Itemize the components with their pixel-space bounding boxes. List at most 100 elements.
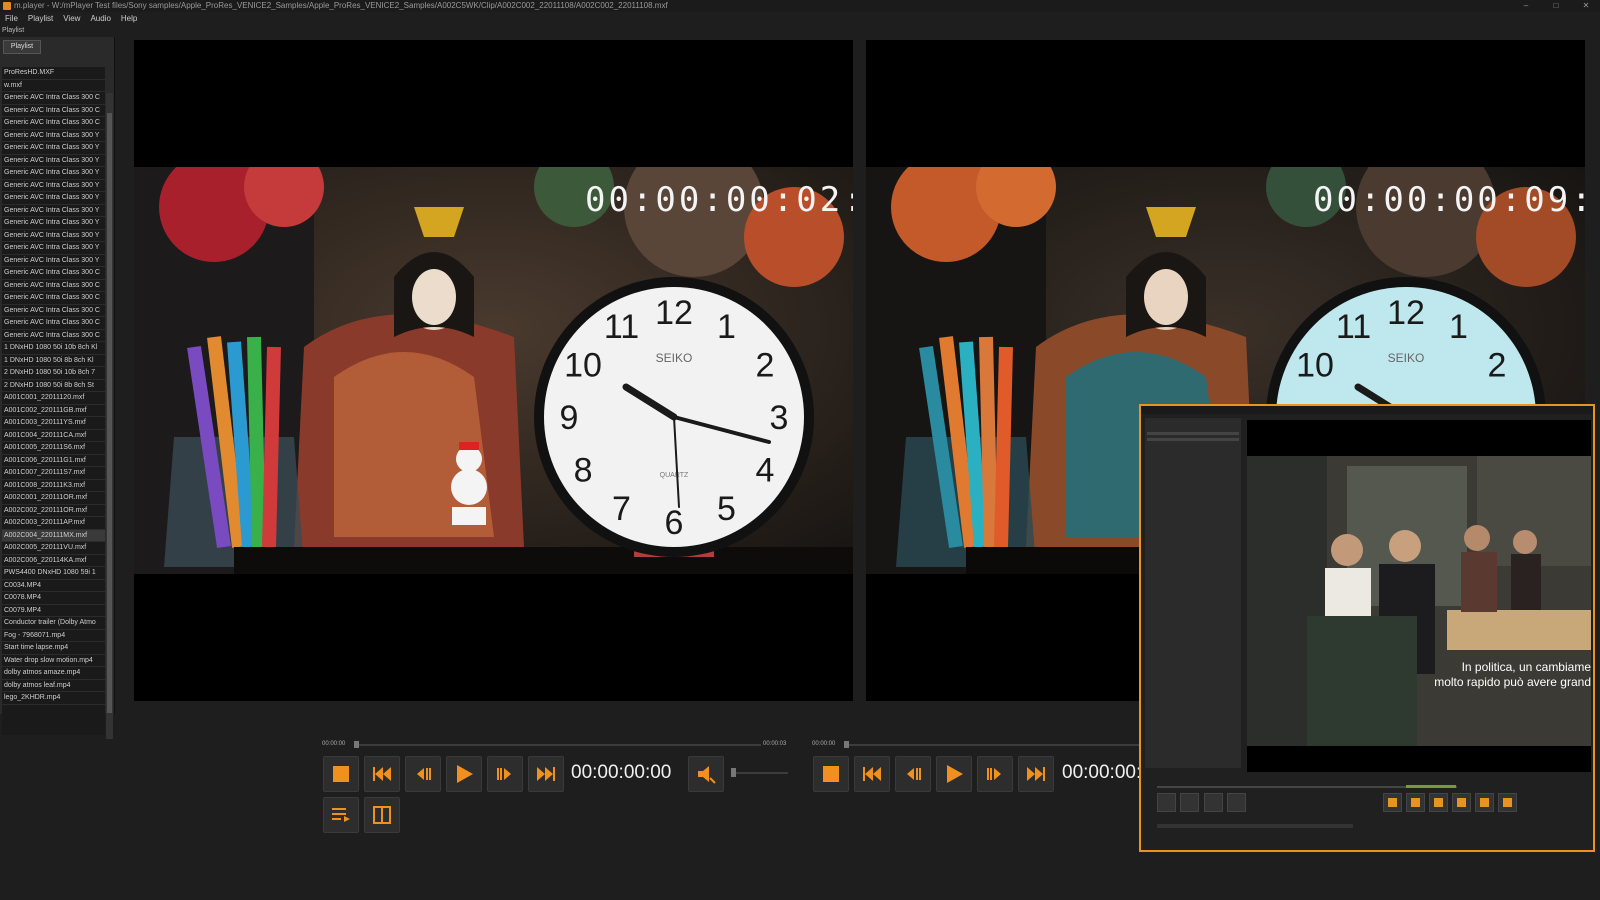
menu-playlist[interactable]: Playlist	[23, 13, 58, 25]
video-player-left[interactable]: 12 12 3 45678 9 1011 SEIKO QUARTZ 00:00:00:02:1…	[134, 40, 853, 701]
play-button[interactable]	[446, 756, 482, 792]
playlist-item[interactable]: Generic AVC Intra Class 300 Y	[2, 255, 105, 267]
step-forward-button[interactable]	[487, 756, 523, 792]
clock-numeral: 11	[1336, 308, 1371, 346]
clock-numeral: 3	[770, 399, 789, 437]
seek-bar-right[interactable]	[846, 744, 1139, 746]
clock-numeral: 8	[574, 452, 593, 490]
playlist-item[interactable]: Generic AVC Intra Class 300 Y	[2, 192, 105, 205]
playlist-item[interactable]: Fog - 7968071.mp4	[2, 630, 105, 642]
playlist-item[interactable]: PWS4400 DNxHD 1080 59i 1	[2, 567, 105, 580]
step-back-icon	[417, 768, 431, 780]
seek-handle-right[interactable]	[844, 741, 849, 748]
playlist-item[interactable]: A002C001_220111OR.mxf	[2, 492, 105, 505]
playlist-item[interactable]: Generic AVC Intra Class 300 C	[2, 267, 105, 280]
playlist-item[interactable]: A001C003_220111YS.mxf	[2, 417, 105, 430]
playlist-item[interactable]: C0079.MP4	[2, 605, 105, 617]
playlist-item[interactable]: Generic AVC Intra Class 300 C	[2, 280, 105, 292]
volume-muted-icon	[698, 766, 716, 784]
step-back-button[interactable]	[405, 756, 441, 792]
window-title: m.player - W:/mPlayer Test files/Sony sa…	[14, 1, 668, 10]
playlist-item[interactable]: Generic AVC Intra Class 300 C	[2, 330, 105, 342]
maximize-button[interactable]: □	[1542, 0, 1570, 12]
playlist-item[interactable]: Generic AVC Intra Class 300 C	[2, 105, 105, 117]
seek-bar-left[interactable]	[356, 744, 761, 746]
time-display-left: 00:00:00:00	[571, 762, 672, 783]
playlist-item[interactable]: A001C008_220111K3.mxf	[2, 480, 105, 492]
playlist-toggle-button[interactable]	[323, 797, 359, 833]
playlist-item[interactable]: Conductor trailer (Dolby Atmo	[2, 617, 105, 630]
playlist-item[interactable]: A002C006_220114KA.mxf	[2, 555, 105, 567]
menu-help[interactable]: Help	[116, 13, 142, 25]
playlist-item[interactable]: lego_2KHDR.mp4	[2, 692, 105, 705]
playlist-item[interactable]: A002C005_220111VU.mxf	[2, 542, 105, 555]
playlist-item[interactable]: A002C004_220111MX.mxf	[2, 529, 105, 542]
volume-slider[interactable]	[733, 772, 788, 774]
play-button-right[interactable]	[936, 756, 972, 792]
inset-transport-button	[1429, 793, 1448, 812]
playlist-item[interactable]: Generic AVC Intra Class 300 C	[2, 305, 105, 317]
playlist-scrollbar[interactable]	[106, 93, 113, 739]
playlist-item[interactable]: A001C001_22011120.mxf	[2, 392, 105, 405]
skip-forward-button-right[interactable]	[1018, 756, 1054, 792]
stop-button[interactable]	[323, 756, 359, 792]
playlist-item[interactable]: Generic AVC Intra Class 300 Y	[2, 142, 105, 155]
skip-forward-button[interactable]	[528, 756, 564, 792]
playlist-item[interactable]: Generic AVC Intra Class 300 Y	[2, 155, 105, 167]
mute-button[interactable]	[688, 756, 724, 792]
playlist-item[interactable]: Generic AVC Intra Class 300 Y	[2, 130, 105, 142]
close-button[interactable]: ✕	[1572, 0, 1600, 12]
playlist-item[interactable]: dolby atmos amaze.mp4	[2, 667, 105, 680]
playlist-item[interactable]: Generic AVC Intra Class 300 Y	[2, 180, 105, 192]
playlist-item[interactable]: Generic AVC Intra Class 300 C	[2, 317, 105, 330]
playlist-item[interactable]: A002C002_220111OR.mxf	[2, 505, 105, 517]
subtitle-line-2: molto rapido può avere grand	[1434, 675, 1591, 689]
seek-handle-left[interactable]	[354, 741, 359, 748]
playlist-item[interactable]: Generic AVC Intra Class 300 Y	[2, 167, 105, 180]
scroll-thumb[interactable]	[107, 113, 112, 713]
playlist-item[interactable]: A001C007_220111S7.mxf	[2, 467, 105, 480]
playlist-item[interactable]: Generic AVC Intra Class 300 Y	[2, 230, 105, 242]
menu-audio[interactable]: Audio	[85, 13, 115, 25]
playlist-item[interactable]: C0078.MP4	[2, 592, 105, 605]
playlist-item[interactable]: A001C005_220111S6.mxf	[2, 442, 105, 455]
inset-transport-button	[1406, 793, 1425, 812]
tab-playlist[interactable]: Playlist	[3, 40, 41, 54]
playlist-item[interactable]: Generic AVC Intra Class 300 C	[2, 292, 105, 305]
playlist-item[interactable]: A002C003_220111AP.mxf	[2, 517, 105, 530]
playlist-item[interactable]: 2 DNxHD 1080 50i 10b 8ch 7	[2, 367, 105, 380]
playlist-item[interactable]: 2 DNxHD 1080 50i 8b 8ch St	[2, 380, 105, 392]
playlist-item[interactable]: A001C002_220111GB.mxf	[2, 405, 105, 417]
playlist-item[interactable]: 1 DNxHD 1080 50i 10b 8ch Kl	[2, 342, 105, 355]
split-view-button[interactable]	[364, 797, 400, 833]
stop-button-right[interactable]	[813, 756, 849, 792]
inset-tool-button	[1157, 793, 1176, 812]
playlist-item[interactable]: A001C006_220111G1.mxf	[2, 455, 105, 467]
playlist-item[interactable]: Generic AVC Intra Class 300 C	[2, 92, 105, 105]
menu-file[interactable]: File	[0, 13, 23, 25]
inset-seek-progress	[1406, 785, 1456, 788]
playlist-item[interactable]: C0034.MP4	[2, 580, 105, 592]
menu-view[interactable]: View	[58, 13, 85, 25]
playlist-item[interactable]: Water drop slow motion.mp4	[2, 655, 105, 667]
playlist-item[interactable]: Generic AVC Intra Class 300 C	[2, 117, 105, 130]
playlist-item[interactable]: Generic AVC Intra Class 300 Y	[2, 217, 105, 230]
inset-transport-button	[1452, 793, 1471, 812]
step-back-button-right[interactable]	[895, 756, 931, 792]
playlist-item[interactable]: ProResHD.MXF	[2, 67, 105, 80]
playlist-item[interactable]: Generic AVC Intra Class 300 Y	[2, 242, 105, 255]
playlist-item[interactable]: Start time lapse.mp4	[2, 642, 105, 655]
skip-back-button-right[interactable]	[854, 756, 890, 792]
play-icon	[947, 765, 963, 783]
step-forward-button-right[interactable]	[977, 756, 1013, 792]
playlist-item[interactable]: w.mxf	[2, 80, 105, 92]
playlist-item[interactable]: 1 DNxHD 1080 50i 8b 8ch Kl	[2, 355, 105, 367]
skip-back-button[interactable]	[364, 756, 400, 792]
playlist-item[interactable]: dolby atmos leaf.mp4	[2, 680, 105, 692]
playlist-item[interactable]: A001C004_220111CA.mxf	[2, 430, 105, 442]
inset-transport-button	[1475, 793, 1494, 812]
volume-handle[interactable]	[731, 768, 736, 777]
playlist-item[interactable]: Generic AVC Intra Class 300 Y	[2, 205, 105, 217]
step-forward-icon	[987, 768, 1001, 780]
minimize-button[interactable]: –	[1512, 0, 1540, 12]
